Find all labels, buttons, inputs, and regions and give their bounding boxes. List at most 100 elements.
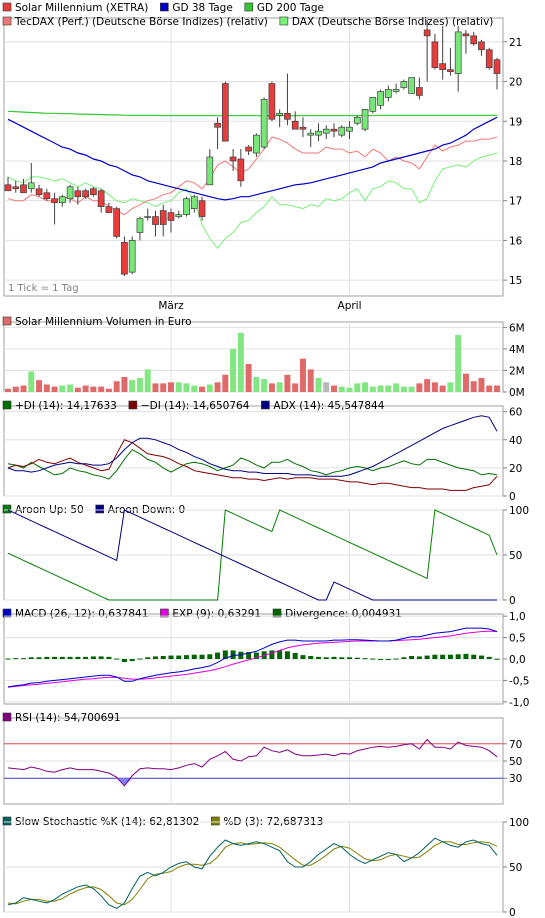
divergence-bar [455,654,461,659]
y-tick-label: 0,5 [509,633,526,645]
volume-bar [136,378,143,392]
y-tick-label: 0M [509,387,525,399]
panel-price: Solar Millennium (XETRA) GD 38 Tage GD 200… [2,2,523,312]
divergence-bar [315,656,321,659]
volume-bar [331,385,337,392]
y-tick-label: -1,0 [509,697,530,709]
volume-bar [253,376,260,392]
candle-body [330,128,338,132]
volume-bar [431,382,438,392]
divergence-bar [300,655,306,659]
divergence-bar [323,657,329,659]
volume-bar [439,385,446,392]
volume-bar [36,380,43,392]
candle-body [183,198,190,215]
candle-body [167,212,175,221]
volume-bar [447,382,454,392]
volume-bar [408,386,415,392]
candle-body [307,132,315,136]
divergence-bar [36,657,42,659]
y-tick-label: 1,0 [509,611,526,623]
divergence-bar [145,657,151,659]
volume-bar [51,386,58,392]
divergence-bar [207,654,213,659]
volume-bar [98,386,105,392]
y-tick-label: 70 [509,739,522,751]
divergence-bar [447,654,453,659]
candle-body [284,112,291,120]
candle-body [416,87,423,96]
volume-bar [494,385,500,392]
divergence-bar [277,650,283,659]
volume-bar [160,383,167,392]
divergence-bar [269,650,275,659]
divergence-bar [176,655,182,659]
y-tick-label: 60 [509,407,522,419]
y-tick-label: 50 [509,756,522,768]
volume-bar [400,386,407,392]
legend-swatch [261,400,270,410]
divergence-bar [424,655,430,659]
candle-body [478,41,485,51]
volume-bar [230,348,237,392]
divergence-bar [416,656,422,659]
divergence-bar [331,656,337,659]
divergence-bar [52,656,58,659]
volume-bar [105,388,112,392]
divergence-bar [370,658,376,660]
volume-bar [416,383,423,392]
candle-body [198,200,206,217]
volume-bar [20,385,27,392]
candle-body [361,108,369,130]
divergence-bar [463,653,469,659]
legend-swatch [2,816,12,826]
y-tick-label: 0 [509,595,516,607]
candle-body [35,188,43,196]
divergence-bar [362,658,368,660]
candle-body [322,128,330,134]
panel-stochastic: Slow Stochastic %K (14): 62,81302 %D (3):… [2,816,529,918]
legend-label: −DI (14): 14,650764 [141,400,250,412]
divergence-bar [308,656,314,659]
y-tick-label: 4M [509,344,525,356]
candle-body [237,158,245,182]
candle-body [51,198,58,204]
candle-body [74,190,82,198]
candle-body [439,63,447,70]
divergence-bar [284,651,290,659]
legend-label: TecDAX (Perf.) (Deutsche Börse Indizes) … [14,16,268,28]
candle-body [462,33,470,37]
panel-volume: Solar Millennium Volumen in Euro 0M 2M 4M 6M [2,316,525,399]
divergence-bar [137,658,143,660]
tick-note: 1 Tick = 1 Tag [8,283,79,294]
volume-bar [268,383,275,392]
legend-swatch [2,316,12,326]
legend-swatch [2,16,12,26]
volume-bar [43,384,50,392]
candle-body [20,184,27,194]
candle-body [392,89,400,92]
divergence-bar [59,656,65,659]
y-tick-label: 19 [509,116,522,128]
divergence-bar [471,654,477,659]
legend-swatch [2,2,12,12]
legend-swatch [2,712,12,722]
candle-body [229,156,237,162]
volume-bar [377,385,384,392]
divergence-bar [75,656,81,659]
candle-body [423,29,431,37]
volume-bar [292,383,299,392]
candle-body [245,146,252,152]
chart-page: Solar Millennium (XETRA) GD 38 Tage GD 200… [0,0,545,918]
legend-swatch [211,816,220,826]
divergence-bar [5,658,11,660]
divergence-bar [478,655,484,659]
divergence-bar [121,659,127,662]
volume-bar [74,387,81,392]
volume-bar [346,387,353,392]
candle-body [159,210,167,225]
y-tick-label: 6M [509,322,525,334]
y-tick-label: 0 [509,907,516,918]
volume-bar [369,386,376,392]
legend-label: MACD (26, 12): 0,637841 [15,608,148,620]
